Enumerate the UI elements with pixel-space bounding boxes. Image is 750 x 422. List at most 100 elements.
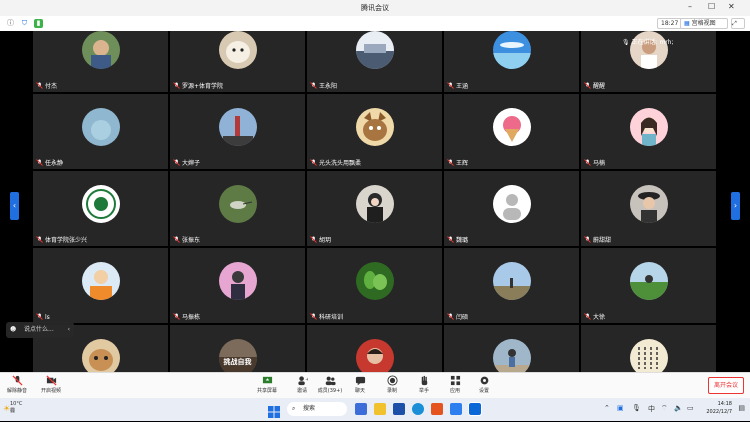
app-icon-red[interactable] bbox=[431, 403, 443, 415]
minimize-icon[interactable]: – bbox=[688, 2, 692, 11]
hand-icon bbox=[421, 375, 427, 386]
participant-tile[interactable]: 体育学院张少兴 bbox=[33, 171, 168, 246]
next-page-button[interactable]: › bbox=[731, 192, 740, 220]
participant-tile[interactable]: 付杰 bbox=[33, 31, 168, 92]
word-icon[interactable] bbox=[393, 403, 405, 415]
record-button[interactable]: 录制 bbox=[377, 375, 407, 394]
participant-avatar bbox=[492, 261, 531, 300]
ime-indicator[interactable]: 中 bbox=[648, 404, 655, 414]
participant-avatar bbox=[629, 261, 668, 300]
windows-start-icon[interactable] bbox=[268, 403, 280, 418]
raise-hand-button[interactable]: 举手 bbox=[409, 375, 439, 394]
invite-button[interactable]: + 邀请 bbox=[287, 375, 317, 394]
participant-tile[interactable]: 任永静 bbox=[33, 94, 168, 169]
participant-avatar bbox=[355, 31, 394, 69]
participant-name: 大婶子 bbox=[173, 158, 200, 167]
share-screen-button[interactable]: 共享屏幕 bbox=[252, 375, 282, 394]
participant-name-label: ls bbox=[45, 314, 50, 321]
participant-tile[interactable]: 大婶子 bbox=[170, 94, 305, 169]
participant-tile[interactable] bbox=[307, 325, 442, 372]
notification-icon[interactable]: ▤ bbox=[738, 404, 745, 412]
participant-name-label: 付杰 bbox=[45, 83, 58, 90]
file-explorer-icon[interactable] bbox=[374, 403, 386, 415]
participant-avatar bbox=[218, 107, 257, 146]
mic-muted-icon bbox=[584, 236, 591, 243]
participant-name: 醒醒 bbox=[584, 81, 605, 90]
participant-name-label: 王永阳 bbox=[319, 83, 338, 90]
video-button[interactable]: 开启视频 bbox=[36, 375, 66, 394]
participant-name-label: 马振栋 bbox=[182, 314, 201, 321]
mic-muted-icon bbox=[584, 159, 591, 166]
tencent-meeting-taskbar-icon[interactable] bbox=[468, 402, 482, 416]
wifi-icon[interactable]: ⌔ bbox=[661, 404, 668, 413]
meeting-timer: 18:27 bbox=[657, 18, 683, 29]
shield-icon[interactable]: ⛉ bbox=[20, 19, 29, 28]
participant-name-label: 大婶子 bbox=[182, 160, 201, 167]
participant-tile[interactable]: 闫硕 bbox=[444, 248, 579, 323]
settings-button[interactable]: 设置 bbox=[469, 375, 499, 394]
participant-tile[interactable]: ls bbox=[33, 248, 168, 323]
participant-tile[interactable]: 光头洗头用飘柔 bbox=[307, 94, 442, 169]
participant-tile[interactable]: 科研培训 bbox=[307, 248, 442, 323]
settings-label: 设置 bbox=[478, 388, 489, 394]
prev-page-button[interactable]: ‹ bbox=[10, 192, 19, 220]
maximize-icon[interactable]: ☐ bbox=[708, 2, 715, 11]
participant-name: 魏璐 bbox=[447, 235, 468, 244]
fullscreen-icon[interactable]: ⤢ bbox=[731, 18, 745, 29]
chat-placeholder: 说点什么... bbox=[24, 326, 54, 333]
participant-tile[interactable]: 马楠 bbox=[581, 94, 716, 169]
participant-name-label: 王辉 bbox=[456, 160, 469, 167]
info-icon[interactable]: ⓘ bbox=[6, 19, 15, 28]
mic-muted-icon bbox=[310, 236, 317, 243]
participant-avatar bbox=[355, 184, 394, 223]
participant-avatar bbox=[355, 338, 394, 372]
participant-tile[interactable]: 胡玥 bbox=[307, 171, 442, 246]
collapse-chat-icon[interactable]: ‹ bbox=[68, 322, 70, 338]
leave-meeting-button[interactable]: 离开会议 bbox=[708, 377, 744, 394]
task-view-icon[interactable] bbox=[355, 403, 367, 415]
meeting-toolbar: 解除静音 开启视频 共享屏幕 + 邀请 成员(39+) 聊天 录制 举手 应用 … bbox=[0, 372, 750, 398]
signal-icon[interactable]: ▮ bbox=[34, 19, 43, 28]
avatar-overlay-text: 挑战自我 bbox=[223, 358, 252, 366]
edge-icon[interactable] bbox=[412, 403, 424, 415]
tray-app-icon[interactable]: ▣ bbox=[617, 404, 624, 412]
mute-label: 解除静音 bbox=[6, 388, 27, 394]
participant-tile[interactable] bbox=[581, 325, 716, 372]
participant-tile[interactable]: 王涵 bbox=[444, 31, 579, 92]
participant-avatar bbox=[218, 261, 257, 300]
participant-tile[interactable]: 蔚甜甜 bbox=[581, 171, 716, 246]
battery-icon[interactable]: ▭ bbox=[687, 404, 694, 412]
tray-mic-icon[interactable]: 🎙 bbox=[632, 404, 641, 412]
participant-tile[interactable]: 张振东 bbox=[170, 171, 305, 246]
tray-chevron-icon[interactable]: ⌃ bbox=[604, 404, 610, 412]
participant-tile[interactable]: 大徐 bbox=[581, 248, 716, 323]
participant-name-label: 光头洗头用飘柔 bbox=[319, 160, 362, 167]
view-mode-button[interactable]: ▦ 宫格视图 bbox=[680, 18, 728, 29]
participant-tile[interactable]: 罗源+体育学院 bbox=[170, 31, 305, 92]
members-button[interactable]: 成员(39+) bbox=[315, 375, 345, 394]
mute-button[interactable]: 解除静音 bbox=[2, 375, 32, 394]
speaking-label: 正在讲话: mrh; bbox=[631, 39, 674, 46]
participant-tile[interactable] bbox=[444, 325, 579, 372]
taskbar-search[interactable]: ⌕ 搜索 bbox=[287, 402, 347, 416]
clock-time: 14:18 bbox=[717, 401, 732, 407]
weather-widget[interactable]: 10°C 霾 bbox=[10, 401, 22, 414]
gear-icon bbox=[480, 376, 488, 385]
participant-tile[interactable]: 马振栋 bbox=[170, 248, 305, 323]
chat-button[interactable]: 聊天 bbox=[345, 375, 375, 394]
participant-tile[interactable]: 王永阳 bbox=[307, 31, 442, 92]
participant-tile[interactable]: 挑战自我 bbox=[170, 325, 305, 372]
chat-input[interactable]: ☻ 说点什么... ‹ bbox=[6, 322, 74, 338]
app-icon-blue[interactable] bbox=[450, 403, 462, 415]
participant-name: 王辉 bbox=[447, 158, 468, 167]
close-icon[interactable]: ✕ bbox=[728, 2, 735, 11]
participant-tile[interactable]: 王辉 bbox=[444, 94, 579, 169]
taskbar-clock[interactable]: 14:18 2022/12/7 bbox=[706, 400, 732, 416]
participant-name: 任永静 bbox=[36, 158, 63, 167]
speaker-icon[interactable]: 🔈 bbox=[674, 404, 683, 412]
participant-name-label: 醒醒 bbox=[593, 83, 606, 90]
members-label: 成员(39+) bbox=[317, 388, 343, 394]
participant-tile[interactable]: 魏璐 bbox=[444, 171, 579, 246]
apps-button[interactable]: 应用 bbox=[440, 375, 470, 394]
emoji-icon[interactable]: ☻ bbox=[10, 322, 16, 338]
